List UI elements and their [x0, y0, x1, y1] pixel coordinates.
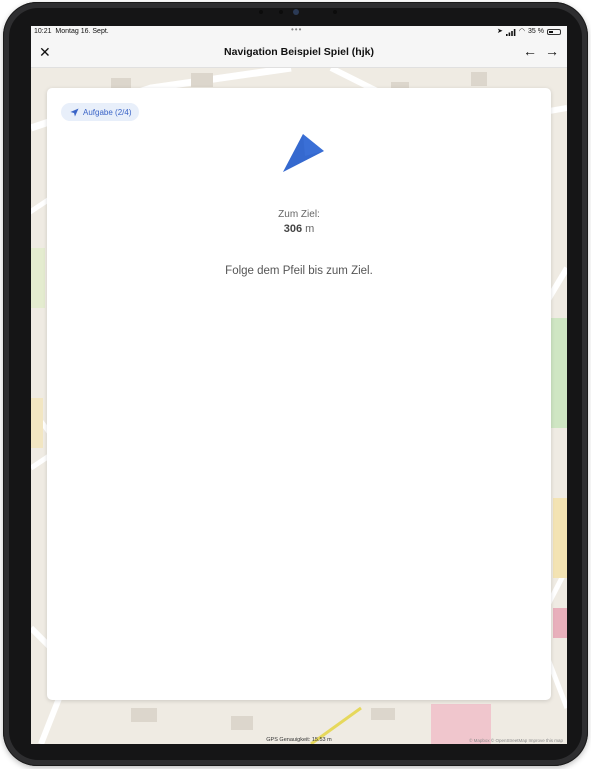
status-date-text: Montag 16. Sept.: [55, 28, 109, 35]
navigation-bar: ✕ Navigation Beispiel Spiel (hjk) ← →: [31, 38, 567, 68]
task-badge-label: Aufgabe (2/4): [83, 107, 132, 117]
wifi-icon: ◠: [518, 28, 526, 35]
navigation-arrow-icon: [70, 107, 79, 117]
battery-percent: 35 %: [528, 28, 544, 35]
arrow-right-icon[interactable]: →: [545, 43, 559, 59]
camera: [292, 9, 299, 15]
status-time: 10:21 Montag 16. Sept.: [34, 26, 109, 38]
tablet-frame: 10:21 Montag 16. Sept. ••• ➤ ◠ 35 % ✕ Na…: [3, 2, 588, 766]
status-bar: 10:21 Montag 16. Sept. ••• ➤ ◠ 35 %: [31, 26, 567, 38]
screen: 10:21 Montag 16. Sept. ••• ➤ ◠ 35 % ✕ Na…: [31, 26, 567, 744]
multitask-dots-icon[interactable]: •••: [291, 26, 302, 36]
task-card: Aufgabe (2/4) Zum Ziel: 306 m Folge dem …: [47, 88, 551, 700]
status-time-text: 10:21: [34, 28, 52, 35]
distance-value: 306: [283, 223, 303, 235]
status-indicators: ➤ ◠ 35 %: [497, 26, 561, 38]
page-title: Navigation Beispiel Spiel (hjk): [224, 46, 374, 58]
direction-arrow-icon: [283, 134, 324, 172]
location-icon: ➤: [497, 28, 503, 35]
sensor-dot: [259, 10, 263, 14]
sensor-dot: [333, 10, 337, 14]
battery-icon: [547, 29, 561, 35]
signal-icon: [505, 28, 516, 36]
sensor-dot: [279, 10, 283, 14]
instruction-text: Folge dem Pfeil bis zum Ziel.: [225, 265, 373, 277]
distance-unit: m: [305, 223, 315, 235]
map-attribution[interactable]: © Mapbox © OpenStreetMap Improve this ma…: [469, 738, 563, 743]
target-label: Zum Ziel:: [278, 209, 320, 220]
task-badge[interactable]: Aufgabe (2/4): [61, 103, 140, 121]
distance-readout: 306 m: [47, 223, 551, 235]
arrow-left-icon[interactable]: ←: [523, 43, 537, 59]
